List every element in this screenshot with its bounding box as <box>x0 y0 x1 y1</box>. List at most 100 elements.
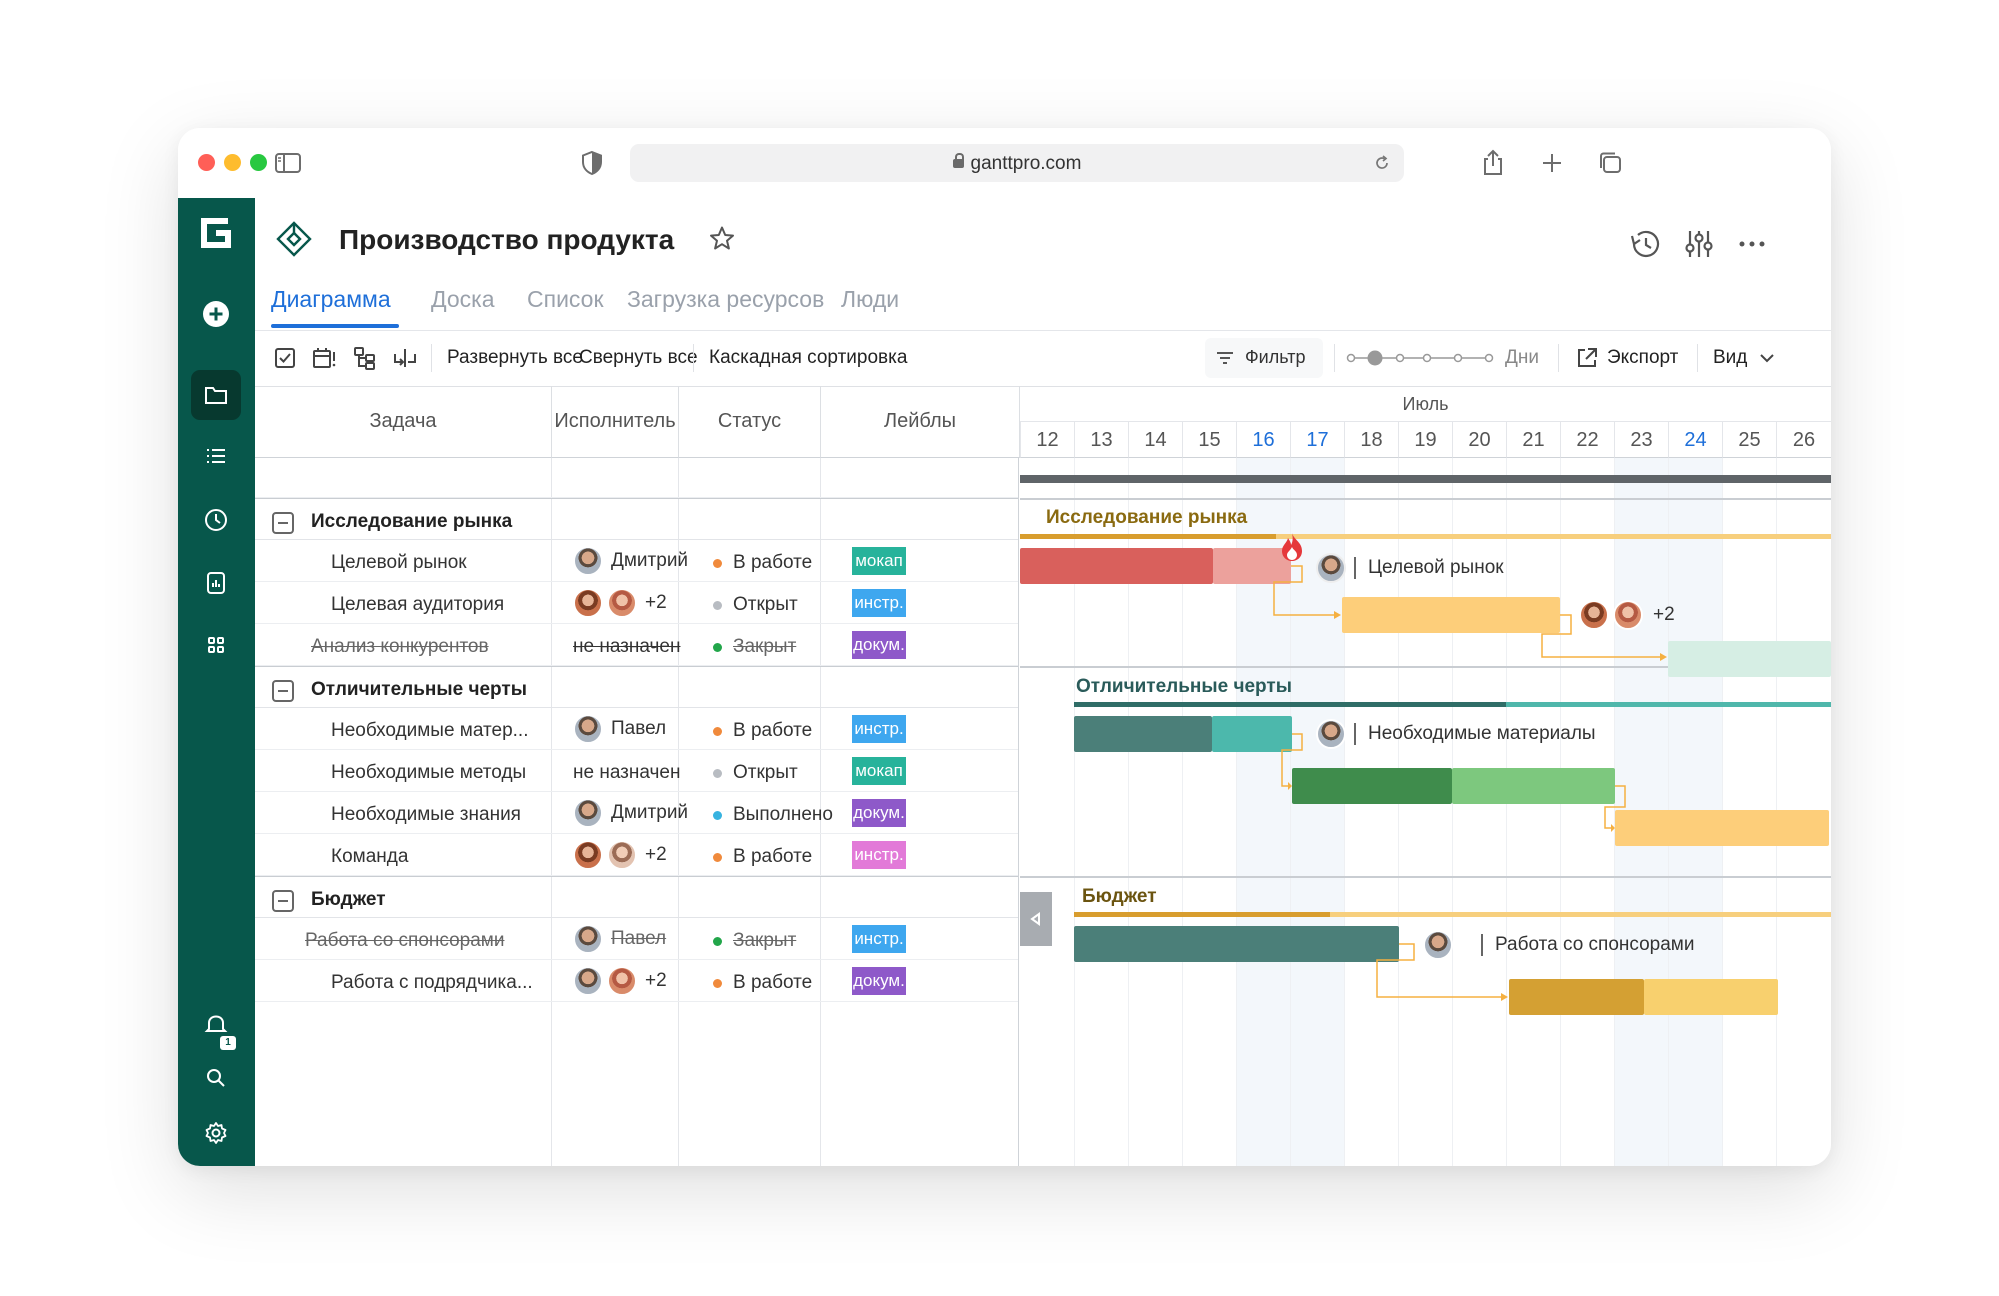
cascade-dependency-icon[interactable] <box>391 344 419 372</box>
assignee-cell[interactable]: не назначен <box>573 762 681 784</box>
label-badge[interactable]: инстр. <box>852 589 906 617</box>
integrations-grid-icon[interactable] <box>196 625 236 665</box>
label-badge[interactable]: докум. <box>852 631 906 659</box>
list-icon[interactable] <box>196 436 236 476</box>
assignee-cell[interactable]: не назначен <box>573 636 681 658</box>
group-row[interactable]: Исследование рынка <box>255 498 1018 540</box>
label-badge[interactable]: докум. <box>852 967 906 995</box>
projects-folder-icon[interactable] <box>196 375 236 415</box>
status-cell[interactable]: Закрыт <box>713 636 796 658</box>
status-cell[interactable]: Открыт <box>713 594 798 616</box>
label-badge[interactable]: мокап <box>852 547 906 575</box>
add-icon[interactable] <box>196 294 236 334</box>
privacy-shield-icon[interactable] <box>576 147 608 179</box>
column-header-task[interactable]: Задача <box>255 386 552 458</box>
label-badge[interactable]: докум. <box>852 799 906 827</box>
avatar <box>607 840 637 870</box>
expand-all-button[interactable]: Развернуть все <box>447 347 583 369</box>
task-name: Команда <box>331 846 409 867</box>
tab-people[interactable]: Люди <box>841 286 899 313</box>
cascade-sort-button[interactable]: Каскадная сортировка <box>709 347 907 369</box>
tab-diagram[interactable]: Диаграмма <box>271 286 391 313</box>
column-header-labels[interactable]: Лейблы <box>821 386 1020 458</box>
collapse-grid-handle[interactable] <box>1020 892 1052 946</box>
minimize-window-button[interactable] <box>224 154 241 171</box>
task-name: Необходимые знания <box>331 804 521 825</box>
share-icon[interactable] <box>1477 147 1509 179</box>
assignee-cell[interactable]: +2 <box>573 840 667 870</box>
label-badge[interactable]: инстр. <box>852 841 906 869</box>
assignee-cell[interactable]: Дмитрий <box>573 546 688 576</box>
column-header-status[interactable]: Статус <box>679 386 821 458</box>
settings-gear-icon[interactable] <box>196 1113 236 1153</box>
status-cell[interactable]: Закрыт <box>713 930 796 952</box>
maximize-window-button[interactable] <box>250 154 267 171</box>
task-row[interactable]: Работа со спонсорами Павел Закрыт инстр. <box>255 918 1018 960</box>
project-settings-sliders-icon[interactable] <box>1679 224 1719 264</box>
add-task-calendar-icon[interactable] <box>310 344 338 372</box>
label-badge[interactable]: инстр. <box>852 925 906 953</box>
more-options-icon[interactable] <box>1732 224 1772 264</box>
favorite-star-icon[interactable] <box>707 224 737 254</box>
group-row[interactable]: Бюджет <box>255 876 1018 918</box>
task-row[interactable]: Анализ конкурентов не назначен Закрыт до… <box>255 624 1018 666</box>
assignee-cell[interactable]: +2 <box>573 588 667 618</box>
close-window-button[interactable] <box>198 154 215 171</box>
collapse-toggle-icon[interactable] <box>272 890 294 912</box>
filter-button[interactable]: Фильтр <box>1205 338 1323 378</box>
status-cell[interactable]: В работе <box>713 846 812 868</box>
status-cell[interactable]: В работе <box>713 972 812 994</box>
status-cell[interactable]: В работе <box>713 552 812 574</box>
task-row[interactable]: Целевая аудитория +2 Открыт инстр. <box>255 582 1018 624</box>
hierarchy-icon[interactable] <box>351 344 379 372</box>
task-name: Работа со спонсорами <box>305 930 505 951</box>
tabs-overview-icon[interactable] <box>1595 147 1627 179</box>
ganttpro-logo[interactable] <box>195 212 237 254</box>
status-cell[interactable]: В работе <box>713 720 812 742</box>
tab-resource-load[interactable]: Загрузка ресурсов <box>627 286 824 313</box>
url-text: ganttpro.com <box>630 153 1404 175</box>
task-row[interactable]: Работа с подрядчика... +2 В работе докум… <box>255 960 1018 1002</box>
browser-window: ganttpro.com 1 Производство продукта Диа… <box>178 128 1831 1166</box>
chevron-down-icon[interactable] <box>1753 344 1781 372</box>
collapse-toggle-icon[interactable] <box>272 512 294 534</box>
app-sidebar: 1 <box>178 198 255 1166</box>
collapse-toggle-icon[interactable] <box>272 680 294 702</box>
reload-icon[interactable] <box>1372 153 1392 173</box>
group-row[interactable]: Отличительные черты <box>255 666 1018 708</box>
assignee-cell[interactable]: Павел <box>573 924 666 954</box>
label-badge[interactable]: инстр. <box>852 715 906 743</box>
reports-icon[interactable] <box>196 563 236 603</box>
task-row[interactable]: Команда +2 В работе инстр. <box>255 834 1018 876</box>
new-tab-icon[interactable] <box>1536 147 1568 179</box>
column-header-assignee[interactable]: Исполнитель <box>552 386 679 458</box>
sidebar-toggle-icon[interactable] <box>272 147 304 179</box>
assignee-cell[interactable]: Павел <box>573 714 666 744</box>
assignee-cell[interactable]: Дмитрий <box>573 798 688 828</box>
tab-list[interactable]: Список <box>527 286 604 313</box>
toolbar-divider <box>1697 344 1698 372</box>
view-dropdown[interactable]: Вид <box>1713 347 1747 369</box>
toolbar-divider <box>1558 344 1559 372</box>
select-tasks-checkbox-icon[interactable] <box>271 344 299 372</box>
export-button[interactable]: Экспорт <box>1607 347 1678 369</box>
dependency-arrows <box>1273 565 1667 1001</box>
address-bar[interactable]: ganttpro.com <box>630 144 1404 182</box>
export-icon[interactable] <box>1573 344 1601 372</box>
status-cell[interactable]: Открыт <box>713 762 798 784</box>
status-dot <box>713 978 722 988</box>
time-log-icon[interactable] <box>196 500 236 540</box>
task-name: Работа с подрядчика... <box>331 972 533 993</box>
label-badge[interactable]: мокап <box>852 757 906 785</box>
search-icon[interactable] <box>196 1058 236 1098</box>
zoom-slider[interactable] <box>1345 344 1495 372</box>
status-cell[interactable]: Выполнено <box>713 804 833 826</box>
assignee-cell[interactable]: +2 <box>573 966 667 996</box>
history-icon[interactable] <box>1625 224 1665 264</box>
task-row[interactable]: Целевой рынок Дмитрий В работе мокап <box>255 540 1018 582</box>
task-row[interactable]: Необходимые матер... Павел В работе инст… <box>255 708 1018 750</box>
task-row[interactable]: Необходимые методы не назначен Открыт мо… <box>255 750 1018 792</box>
tab-board[interactable]: Доска <box>431 286 495 313</box>
task-row[interactable]: Необходимые знания Дмитрий Выполнено док… <box>255 792 1018 834</box>
collapse-all-button[interactable]: Свернуть все <box>579 347 698 369</box>
